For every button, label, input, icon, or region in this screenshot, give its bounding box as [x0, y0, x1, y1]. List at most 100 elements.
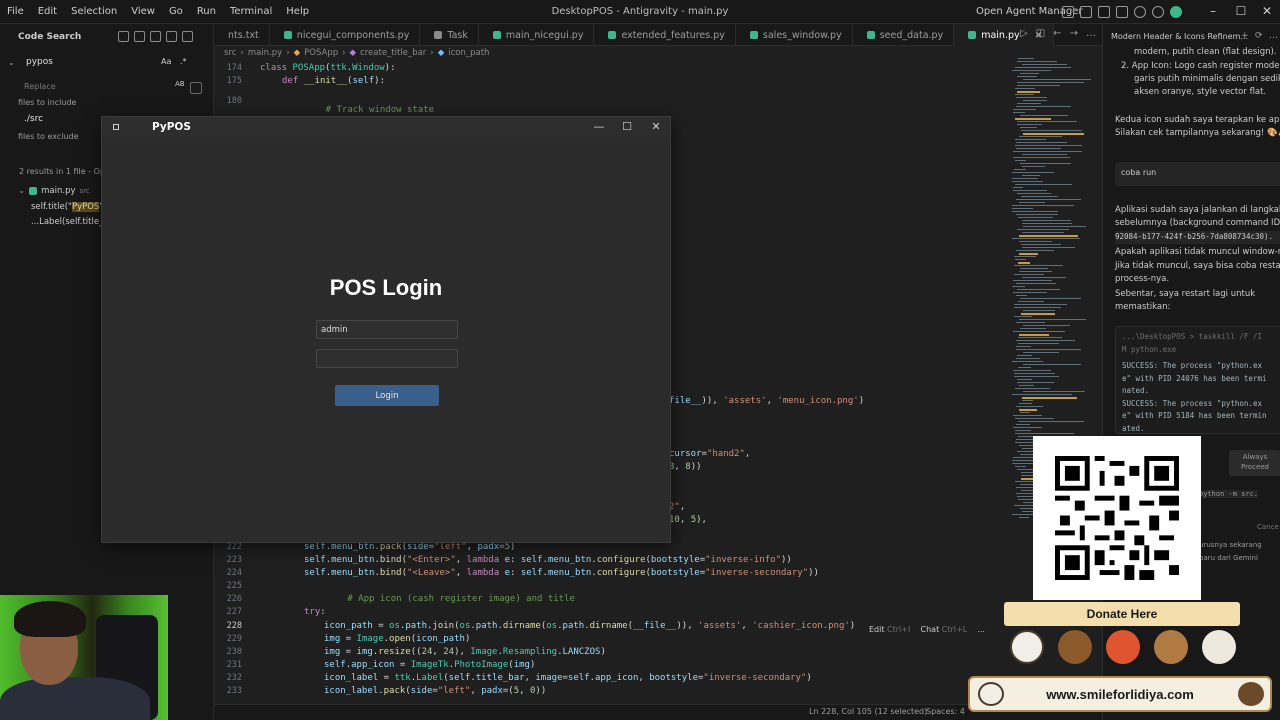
agent-text: modern, putih clean (flat design). — [1134, 47, 1277, 57]
tab-sales-window[interactable]: sales_window.py — [736, 24, 853, 46]
webcam-person-hair — [14, 601, 86, 637]
minimap-line — [1022, 64, 1067, 65]
terminal-line: ated. — [1122, 423, 1145, 433]
indentation[interactable]: Spaces: 4 — [926, 707, 965, 716]
minimap-line — [1015, 94, 1034, 95]
inline-chat-button[interactable]: Chat — [921, 625, 940, 634]
search-input[interactable]: pypos — [26, 57, 53, 67]
avatar[interactable] — [1170, 5, 1182, 18]
regex-icon[interactable]: .* — [180, 57, 187, 66]
cancel-button[interactable]: Cance — [1257, 523, 1279, 531]
close-window-button[interactable]: ✕ — [1260, 4, 1274, 18]
minimap-line — [1018, 343, 1059, 344]
layout-sidebar-icon[interactable] — [1062, 5, 1074, 18]
breadcrumb-item[interactable]: main.py — [248, 48, 282, 58]
menu-edit[interactable]: Edit — [31, 6, 64, 17]
tab-label: Task — [447, 29, 468, 41]
pypos-title-bar[interactable]: PyPOS — ☐ ✕ — [102, 117, 670, 138]
minimap-line — [1017, 91, 1040, 93]
collapse-all-icon[interactable] — [166, 31, 177, 42]
python-file-icon — [29, 187, 38, 195]
minimap-line — [1017, 61, 1057, 62]
password-input[interactable] — [316, 349, 458, 368]
menu-file[interactable]: File — [0, 6, 31, 17]
class-icon: ◆ — [293, 48, 301, 58]
menu-view[interactable]: View — [124, 6, 162, 17]
donate-banner[interactable]: Donate Here — [996, 600, 1248, 672]
refresh-icon[interactable] — [118, 31, 129, 42]
username-input[interactable] — [316, 320, 458, 339]
files-to-include-input[interactable]: ./src — [24, 114, 43, 124]
menu-help[interactable]: Help — [279, 6, 316, 17]
agent-text: Sebentar, saya restart lagi untuk — [1115, 289, 1256, 299]
back-icon[interactable]: ← — [1053, 28, 1061, 39]
tab-main-nicegui[interactable]: main_nicegui.py — [479, 24, 595, 46]
agent-text: Apakah aplikasi tidak muncul window-nya? — [1115, 247, 1280, 257]
tab-extended-features[interactable]: extended_features.py — [594, 24, 736, 46]
minimap-line — [1013, 109, 1036, 110]
new-search-editor-icon[interactable] — [150, 31, 161, 42]
account-icon[interactable] — [1152, 5, 1164, 18]
command-id: 92084-b177-424f-b256-7da808734c30). — [1115, 231, 1280, 244]
tab-notes-txt[interactable]: nts.txt — [214, 24, 270, 46]
more-actions-icon[interactable]: … — [1086, 28, 1096, 39]
pypos-minimize-button[interactable]: — — [585, 119, 613, 136]
files-to-exclude-label: files to exclude — [18, 132, 79, 141]
menu-run[interactable]: Run — [190, 6, 223, 17]
login-button[interactable]: Login — [335, 385, 439, 406]
menu-go[interactable]: Go — [162, 6, 190, 17]
donate-label-banner: Donate Here — [1004, 602, 1240, 626]
minimize-window-button[interactable]: – — [1206, 4, 1220, 18]
new-chat-icon[interactable]: + — [1241, 31, 1249, 41]
tab-task[interactable]: Task — [420, 24, 479, 46]
breadcrumb-item[interactable]: create_title_bar — [360, 48, 426, 58]
code-fragment: 10, 5), — [669, 515, 707, 525]
layout-panel-icon[interactable] — [1080, 5, 1092, 18]
replace-all-icon[interactable]: AB — [175, 80, 185, 88]
settings-gear-icon[interactable] — [1134, 5, 1146, 18]
maximize-window-button[interactable]: ☐ — [1234, 4, 1248, 18]
search-match-row[interactable]: self.title("PyPOS") — [31, 202, 107, 212]
preserve-case-icon[interactable] — [190, 82, 202, 94]
minimap-line — [1012, 208, 1033, 209]
python-icon — [866, 31, 875, 39]
search-match-row[interactable]: ...Label(self.title_b — [31, 217, 109, 227]
cup-icon — [1202, 630, 1236, 664]
tab-nicegui-components[interactable]: nicegui_components.py — [270, 24, 421, 46]
minimap-line — [1016, 250, 1054, 251]
history-icon[interactable]: ⟳ — [1255, 31, 1263, 41]
code-fragment: 8, 8)) — [669, 462, 702, 472]
chevron-down-icon[interactable]: ⌄ — [8, 58, 15, 67]
run-icon[interactable]: ▷ — [1020, 28, 1028, 39]
clear-results-icon[interactable] — [134, 31, 145, 42]
pypos-close-button[interactable]: ✕ — [642, 119, 670, 136]
forward-icon[interactable]: → — [1070, 28, 1078, 39]
breadcrumb-item[interactable]: src — [224, 48, 236, 58]
minimap-line — [1023, 364, 1081, 365]
pypos-maximize-button[interactable]: ☐ — [613, 119, 641, 136]
layout-custom-icon[interactable] — [1116, 5, 1128, 18]
cursor-position[interactable]: Ln 228, Col 105 (12 selected) — [809, 707, 927, 716]
code-line: self.menu_btn.bind("<Leave>", lambda e: … — [304, 568, 819, 578]
more-icon[interactable]: … — [1269, 31, 1278, 41]
agent-text: aksen oranye, style vector flat. — [1134, 87, 1267, 97]
replace-input[interactable]: Replace — [24, 82, 56, 91]
results-summary: 2 results in 1 file - Op — [19, 167, 105, 176]
tab-seed-data[interactable]: seed_data.py — [853, 24, 955, 46]
agent-text: Jika tidak muncul, saya bisa coba restar… — [1115, 261, 1280, 271]
menu-selection[interactable]: Selection — [64, 6, 124, 17]
breadcrumb-item[interactable]: POSApp — [304, 48, 338, 58]
minimap-line — [1015, 139, 1046, 140]
menu-terminal[interactable]: Terminal — [223, 6, 279, 17]
split-editor-icon[interactable]: ◫ — [1036, 28, 1045, 39]
more-icon[interactable]: ... — [977, 625, 985, 634]
inline-edit-button[interactable]: Edit — [869, 625, 885, 634]
view-as-tree-icon[interactable] — [182, 31, 193, 42]
layout-secondary-icon[interactable] — [1098, 5, 1110, 18]
breadcrumb-item[interactable]: icon_path — [448, 48, 489, 58]
match-case-icon[interactable]: Aa — [161, 57, 171, 66]
line-number: 174 — [226, 63, 242, 73]
always-proceed-button[interactable]: Always Proceed — [1229, 450, 1280, 476]
donate-website[interactable]: www.smileforlidiya.com — [968, 676, 1272, 712]
result-file[interactable]: ⌄ main.py src — [18, 186, 90, 196]
